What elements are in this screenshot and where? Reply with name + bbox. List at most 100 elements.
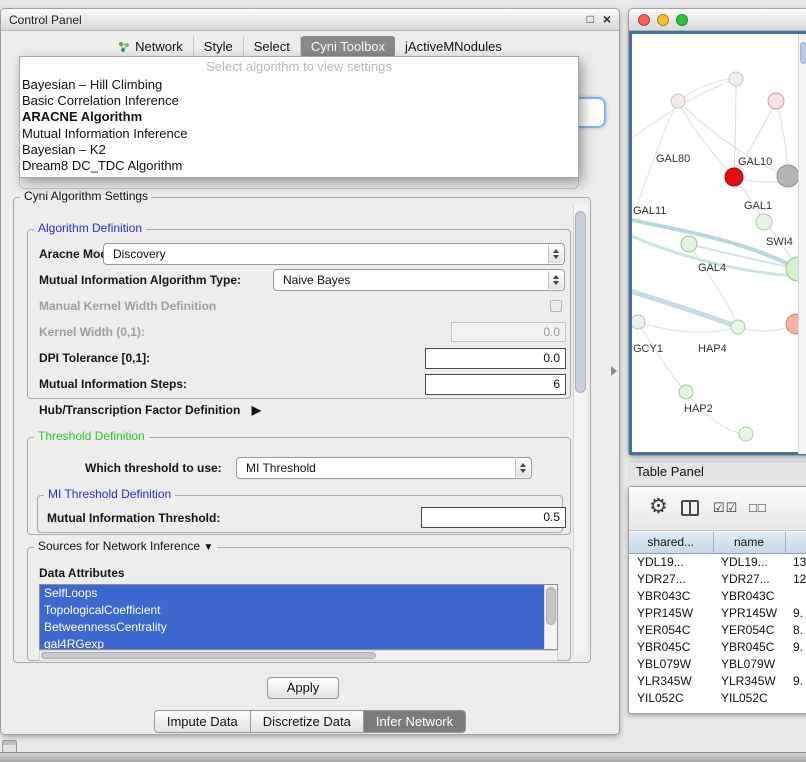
table-row[interactable]: YDL19...YDL19...13 <box>629 553 806 570</box>
kernel-width-field[interactable]: 0.0 <box>451 322 566 342</box>
attribute-list-hscrollbar[interactable] <box>39 650 558 661</box>
close-icon[interactable]: × <box>603 12 611 26</box>
table-cell[interactable]: YPR145W <box>713 604 785 621</box>
gear-icon[interactable]: ⚙ <box>649 494 668 519</box>
table-cell[interactable]: 9. <box>785 638 806 655</box>
network-node[interactable] <box>679 385 693 399</box>
sources-toggle[interactable]: Sources for Network Inference ▼ <box>34 539 217 553</box>
table-cell[interactable]: YBR045C <box>713 638 785 655</box>
network-node[interactable] <box>731 320 745 334</box>
dropdown-item-mutual-information[interactable]: Mutual Information Inference <box>20 126 578 142</box>
list-item-gal4rgexp[interactable]: gal4RGexp <box>40 636 544 650</box>
tab-cyni-toolbox[interactable]: Cyni Toolbox <box>301 36 395 57</box>
dropdown-item-basic-correlation[interactable]: Basic Correlation Inference <box>20 93 578 109</box>
network-view-titlebar[interactable] <box>629 9 806 31</box>
float-window-icon[interactable]: □ <box>587 12 594 26</box>
network-view-scrollbar[interactable] <box>798 34 806 454</box>
network-edge[interactable] <box>632 289 738 327</box>
table-cell[interactable]: YDR27... <box>629 570 713 587</box>
mi-steps-field[interactable]: 6 <box>425 374 566 395</box>
network-node[interactable] <box>632 315 645 329</box>
attribute-list-scrollbar[interactable] <box>544 585 557 649</box>
column-header-shared-name[interactable]: shared... <box>629 532 713 553</box>
aracne-mode-combo[interactable]: Discovery <box>103 243 565 265</box>
tab-network[interactable]: Network <box>108 36 194 57</box>
settings-scrollbar[interactable] <box>573 205 587 655</box>
dpi-tolerance-field[interactable]: 0.0 <box>425 348 566 369</box>
table-cell[interactable]: YDL19... <box>713 553 785 570</box>
table-row[interactable]: YDR27...YDR27...12 <box>629 570 806 587</box>
tab-infer-network[interactable]: Infer Network <box>364 710 466 733</box>
control-panel-titlebar[interactable]: Control Panel □ × <box>1 9 619 31</box>
list-item-betweennesscentrality[interactable]: BetweennessCentrality <box>40 619 544 636</box>
table-cell[interactable] <box>785 655 806 672</box>
table-cell[interactable]: YER054C <box>713 621 785 638</box>
table-row[interactable]: YBR043CYBR043C <box>629 587 806 604</box>
attribute-list-scrollbar-thumb[interactable] <box>546 587 556 625</box>
network-canvas-area[interactable]: GAL80GAL10GAL11GAL1SWI4GAL4GCY1HAP4HAP2 <box>629 31 806 455</box>
table-cell[interactable]: YPR145W <box>629 604 713 621</box>
table-row[interactable]: YER054CYER054C8. <box>629 621 806 638</box>
table-cell[interactable]: YBL079W <box>713 655 785 672</box>
mac-zoom-icon[interactable] <box>676 14 688 26</box>
attribute-list-hscrollbar-thumb[interactable] <box>41 652 376 659</box>
select-all-checkboxes-icon[interactable]: ☑☑ <box>713 500 738 516</box>
network-canvas[interactable]: GAL80GAL10GAL11GAL1SWI4GAL4GCY1HAP4HAP2 <box>632 34 806 454</box>
tab-style[interactable]: Style <box>194 36 244 57</box>
manual-kernel-checkbox[interactable] <box>550 300 562 312</box>
network-edge[interactable] <box>734 79 736 177</box>
hub-definition-toggle[interactable]: Hub/Transcription Factor Definition ▶ <box>39 403 261 417</box>
table-cell[interactable]: 9. <box>785 604 806 621</box>
table-cell[interactable]: 8. <box>785 621 806 638</box>
column-header-name[interactable]: name <box>713 532 785 553</box>
table-row[interactable]: YIL052CYIL052C <box>629 689 806 706</box>
list-item-topologicalcoefficient[interactable]: TopologicalCoefficient <box>40 602 544 619</box>
table-cell[interactable]: YDL19... <box>629 553 713 570</box>
table-row[interactable]: YLR345WYLR345W9. <box>629 672 806 689</box>
columns-icon[interactable] <box>681 500 699 516</box>
table-cell[interactable]: YDR27... <box>713 570 785 587</box>
table-cell[interactable]: 13 <box>785 553 806 570</box>
collapse-down-icon[interactable]: ▼ <box>203 542 213 553</box>
table-cell[interactable]: YBL079W <box>629 655 713 672</box>
table-cell[interactable]: YBR043C <box>629 587 713 604</box>
network-node[interactable] <box>729 72 743 86</box>
apply-button[interactable]: Apply <box>267 677 339 699</box>
tab-jactivemnodules[interactable]: jActiveMNodules <box>395 36 512 57</box>
tab-discretize-data[interactable]: Discretize Data <box>251 710 364 733</box>
column-header-clipped[interactable] <box>785 532 806 553</box>
panel-splitter-handle[interactable] <box>611 366 617 376</box>
table-cell[interactable] <box>785 587 806 604</box>
expand-right-icon[interactable]: ▶ <box>252 403 261 417</box>
table-cell[interactable]: YBR043C <box>713 587 785 604</box>
dropdown-item-aracne[interactable]: ARACNE Algorithm <box>20 109 578 125</box>
tab-impute-data[interactable]: Impute Data <box>154 710 251 733</box>
network-view-scrollbar-thumb[interactable] <box>800 42 806 64</box>
network-node[interactable] <box>756 214 772 230</box>
mac-close-icon[interactable] <box>638 14 650 26</box>
mi-type-combo[interactable]: Naive Bayes <box>273 269 565 291</box>
network-node[interactable] <box>768 93 784 109</box>
table-cell[interactable]: 9. <box>785 672 806 689</box>
dropdown-item-dream8[interactable]: Dream8 DC_TDC Algorithm <box>20 158 578 174</box>
list-item-selfloops[interactable]: SelfLoops <box>40 585 544 602</box>
network-edge[interactable] <box>678 101 734 177</box>
mi-threshold-field[interactable]: 0.5 <box>421 507 566 528</box>
table-cell[interactable]: YIL052C <box>629 689 713 706</box>
network-node[interactable] <box>777 165 799 187</box>
dropdown-item-bayesian-k2[interactable]: Bayesian – K2 <box>20 142 578 158</box>
network-edge[interactable] <box>638 322 686 392</box>
network-node[interactable] <box>681 236 697 252</box>
tab-select[interactable]: Select <box>244 36 301 57</box>
table-row[interactable]: YBR045CYBR045C9. <box>629 638 806 655</box>
which-threshold-combo[interactable]: MI Threshold <box>236 457 532 479</box>
table-cell[interactable]: YIL052C <box>713 689 785 706</box>
network-node[interactable] <box>725 168 743 186</box>
settings-scrollbar-thumb[interactable] <box>575 211 586 393</box>
table-cell[interactable]: YBR045C <box>629 638 713 655</box>
table-cell[interactable] <box>785 689 806 706</box>
deselect-all-checkboxes-icon[interactable]: □□ <box>749 500 767 515</box>
table-row[interactable]: YBL079WYBL079W <box>629 655 806 672</box>
table-cell[interactable]: 12 <box>785 570 806 587</box>
network-node[interactable] <box>739 427 753 441</box>
